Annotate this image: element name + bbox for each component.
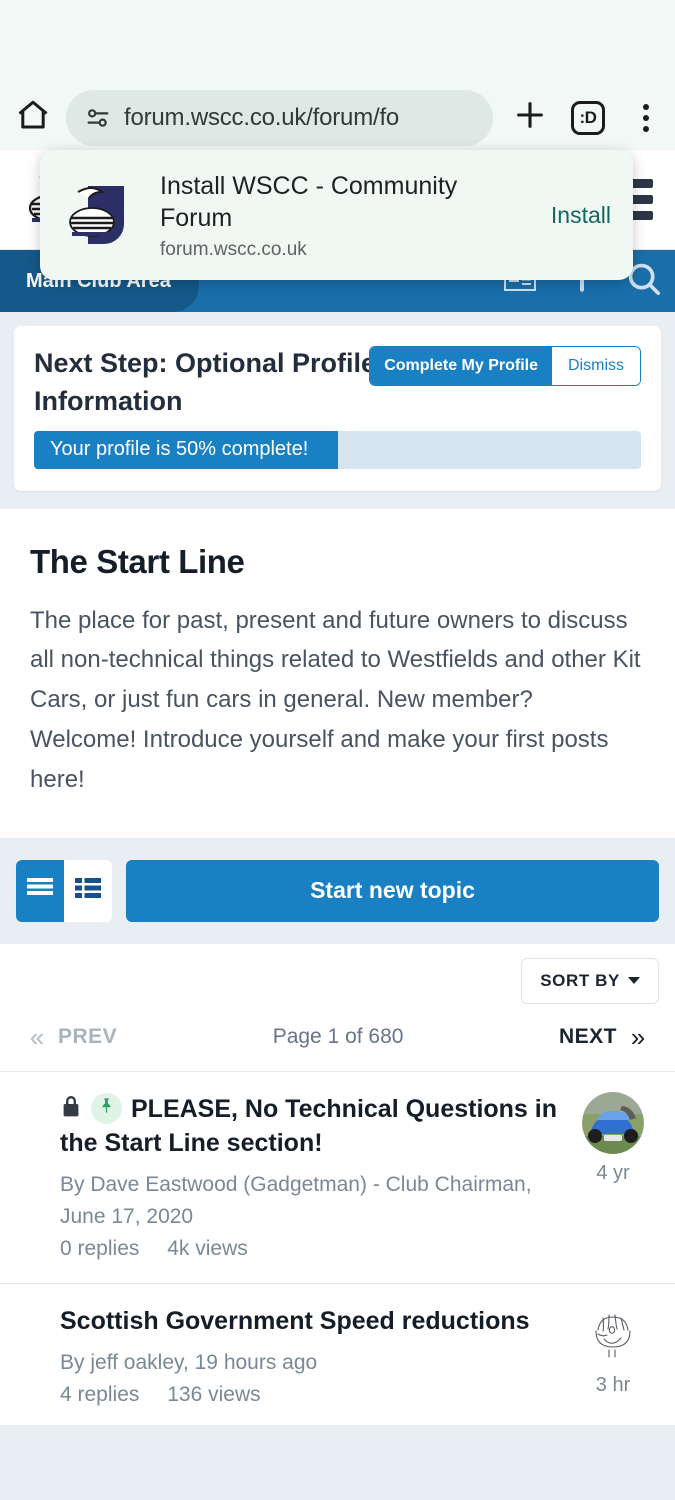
topic-stats: 0 replies 4k views [60, 1237, 557, 1261]
topic-views: 4k views [167, 1236, 248, 1260]
sort-row: SORT BY [0, 943, 675, 1008]
pin-badge [91, 1092, 122, 1124]
wscc-app-icon [64, 178, 138, 252]
avatar[interactable] [582, 1091, 644, 1154]
page-viewport: Main Club Area Next Step: Optional Profi… [0, 150, 675, 1425]
table-row[interactable]: Scottish Government Speed reductions By … [0, 1283, 675, 1425]
sort-by-label: SORT BY [540, 970, 620, 990]
forum-description: The place for past, present and future o… [30, 606, 641, 793]
table-row[interactable]: PLEASE, No Technical Questions in the St… [0, 1071, 675, 1284]
first-page-button[interactable]: « [16, 1022, 58, 1053]
complete-profile-button[interactable]: Complete My Profile [370, 347, 552, 385]
profile-notice-top: Next Step: Optional Profile Information … [34, 344, 641, 421]
dismiss-button[interactable]: Dismiss [552, 347, 640, 385]
forum-action-bar: Start new topic [0, 837, 675, 944]
topic-last-activity: 4 yr [596, 1161, 630, 1184]
address-bar[interactable]: forum.wscc.co.uk/forum/fo [66, 89, 493, 146]
profile-progress-fill: Your profile is 50% complete! [34, 430, 338, 469]
topic-replies: 0 replies [60, 1236, 140, 1260]
topic-body: PLEASE, No Technical Questions in the St… [60, 1092, 567, 1261]
page-indicator: Page 1 of 680 [272, 1025, 404, 1049]
prev-page-button[interactable]: PREV [58, 1025, 117, 1049]
home-button[interactable] [0, 85, 66, 150]
browser-toolbar: forum.wscc.co.uk/forum/fo :D [0, 0, 675, 150]
avatar[interactable] [582, 1303, 644, 1366]
list-view-icon [27, 877, 53, 904]
topic-meta: By jeff oakley, 19 hours ago [60, 1350, 318, 1374]
chevron-down-icon [628, 977, 640, 985]
page-title: The Start Line [30, 542, 245, 580]
topic-views: 136 views [167, 1382, 261, 1406]
topic-title[interactable]: PLEASE, No Technical Questions in the St… [60, 1095, 557, 1157]
profile-notice-buttons: Complete My Profile Dismiss [369, 346, 641, 386]
topic-stats: 4 replies 136 views [60, 1383, 557, 1407]
topic-side: 4 yr [567, 1091, 659, 1261]
topic-icons [60, 1092, 122, 1124]
page-info-icon[interactable] [84, 104, 112, 132]
browser-menu-button[interactable] [617, 85, 675, 150]
install-prompt-text: Install WSCC - Community Forum forum.wsc… [160, 170, 535, 261]
profile-progress-bar: Your profile is 50% complete! [34, 430, 641, 469]
topic-status-marks [16, 1092, 60, 1261]
topic-body: Scottish Government Speed reductions By … [60, 1304, 567, 1407]
install-prompt-title: Install WSCC - Community Forum [160, 171, 458, 232]
topic-last-activity: 3 hr [595, 1373, 631, 1396]
tab-count-icon: :D [571, 100, 605, 135]
profile-notice-title: Next Step: Optional Profile Information [34, 348, 377, 417]
install-button[interactable]: Install [535, 202, 611, 229]
pin-icon [98, 1097, 115, 1119]
topic-replies: 4 replies [60, 1382, 140, 1406]
new-tab-button[interactable] [501, 85, 559, 150]
table-view-icon [75, 877, 101, 904]
list-view-button[interactable] [16, 859, 64, 922]
table-view-button[interactable] [64, 859, 112, 922]
last-page-button[interactable]: » [617, 1022, 659, 1053]
install-prompt-host: forum.wscc.co.uk [160, 238, 307, 260]
topic-status-marks [16, 1304, 60, 1407]
install-app-prompt[interactable]: Install WSCC - Community Forum forum.wsc… [40, 150, 633, 280]
lock-icon [60, 1093, 82, 1124]
tab-switcher-button[interactable]: :D [559, 85, 617, 150]
forum-intro: The Start Line The place for past, prese… [0, 508, 675, 838]
overflow-menu-icon [643, 103, 649, 132]
topic-title-line: PLEASE, No Technical Questions in the St… [60, 1092, 557, 1160]
pagination: « PREV Page 1 of 680 NEXT » [0, 1007, 675, 1072]
sort-by-button[interactable]: SORT BY [521, 957, 659, 1004]
next-page-button[interactable]: NEXT [559, 1025, 617, 1049]
profile-notice-wrapper: Next Step: Optional Profile Information … [0, 312, 675, 509]
profile-notice-card: Next Step: Optional Profile Information … [14, 326, 661, 491]
topic-side: 3 hr [567, 1303, 659, 1407]
plus-icon [513, 98, 547, 137]
view-mode-toggle [16, 859, 112, 922]
url-text: forum.wscc.co.uk/forum/fo [124, 103, 400, 131]
topic-title[interactable]: Scottish Government Speed reductions [60, 1307, 530, 1335]
start-new-topic-button[interactable]: Start new topic [126, 859, 659, 922]
home-icon [15, 97, 51, 138]
topic-title-line: Scottish Government Speed reductions [60, 1304, 557, 1338]
browser-toolbar-row: forum.wscc.co.uk/forum/fo :D [0, 85, 675, 150]
topic-meta: By Dave Eastwood (Gadgetman) - Club Chai… [60, 1172, 532, 1228]
